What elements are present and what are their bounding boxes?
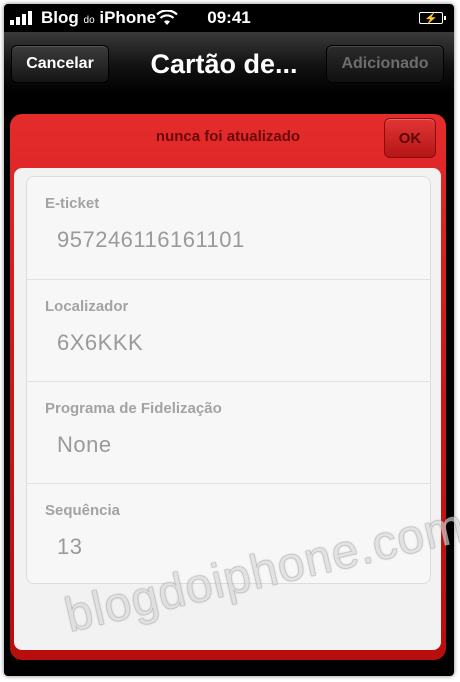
update-status: nunca foi atualizado bbox=[155, 128, 301, 145]
page-title: Cartão de... bbox=[150, 49, 298, 79]
field-label: Localizador bbox=[45, 298, 129, 315]
field-label: Sequência bbox=[45, 502, 121, 519]
field-label: Programa de Fidelização bbox=[45, 400, 222, 417]
navigation-bar: Cancelar Cartão de... Adicionado bbox=[4, 32, 454, 95]
battery-charging-icon: ⚡ bbox=[419, 12, 446, 25]
field-value: 6X6KKK bbox=[57, 330, 144, 355]
field-loyalty-program: Programa de Fidelização None bbox=[27, 381, 430, 484]
field-label: E-ticket bbox=[45, 195, 100, 212]
cancel-button[interactable]: Cancelar bbox=[11, 45, 109, 83]
field-value: None bbox=[57, 432, 112, 457]
status-bar: Blog do iPhone 09:41 ⚡ bbox=[4, 4, 454, 32]
field-localizador: Localizador 6X6KKK bbox=[27, 279, 430, 382]
card-header: nunca foi atualizado OK bbox=[10, 114, 446, 162]
field-value: 13 bbox=[57, 534, 83, 559]
added-button[interactable]: Adicionado bbox=[326, 45, 444, 83]
clock: 09:41 bbox=[207, 8, 251, 27]
field-eticket: E-ticket 957246116161101 bbox=[27, 177, 430, 279]
ok-button[interactable]: OK bbox=[384, 118, 436, 158]
field-value: 957246116161101 bbox=[57, 227, 245, 252]
